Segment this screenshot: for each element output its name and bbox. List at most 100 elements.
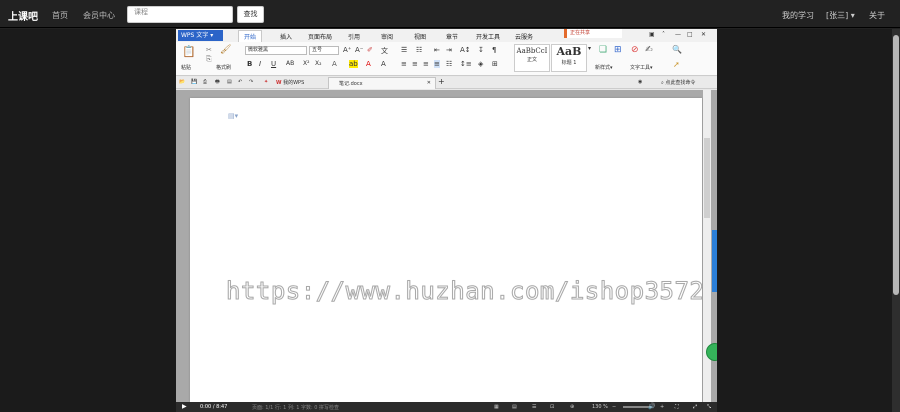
format-painter-button[interactable]: 格式刷 [216,64,231,71]
superscript-icon[interactable]: X² [303,60,310,67]
italic-icon[interactable]: I [259,60,261,68]
paste-icon[interactable]: 📋 [182,45,196,58]
phonetic-icon[interactable]: 文 [381,46,388,56]
tab-chapter[interactable]: 章节 [446,32,458,41]
print-preview-icon[interactable]: ⎙ [203,79,207,85]
tab-view[interactable]: 视图 [414,32,426,41]
indent-icon[interactable]: ⇥ [446,46,452,54]
bullet-list-icon[interactable]: ☰ [401,46,407,54]
nav-home[interactable]: 首页 [52,10,68,21]
show-marks-icon[interactable]: ¶ [492,46,496,54]
font-name-select[interactable]: 微软雅黑 [245,46,307,55]
clear-styles-icon[interactable]: ⊘ [631,45,639,55]
style-pane-icon[interactable]: ⊞ [614,45,622,55]
shading-icon[interactable]: ◈ [478,60,483,68]
text-tools-button[interactable]: 文字工具▾ [630,64,653,71]
close-icon[interactable]: ✕ [701,31,706,38]
floating-assistant-icon[interactable] [706,343,717,361]
redo-icon[interactable]: ↷ [249,79,253,85]
grow-font-icon[interactable]: A⁺ [343,46,351,54]
nav-my-learning[interactable]: 我的学习 [782,10,814,21]
page-scrollbar[interactable] [892,29,900,412]
style-heading-1[interactable]: AaB 标题 1 [551,44,587,72]
chevron-up-icon[interactable]: ˄ [662,31,665,38]
search-button[interactable]: 查找 [237,6,264,23]
strikethrough-icon[interactable]: AB [286,60,294,67]
folder-icon[interactable]: 📂 [179,79,185,85]
borders-icon[interactable]: ⊞ [492,60,498,68]
sort-icon[interactable]: ↧ [478,46,484,54]
text-direction-icon[interactable]: A↕ [460,46,471,54]
tab-review[interactable]: 审阅 [381,32,393,41]
scrollbar-thumb[interactable] [893,35,899,295]
tab-references[interactable]: 引用 [348,32,360,41]
tab-start[interactable]: 开始 [238,30,263,42]
styles-more-icon[interactable]: ▾ [588,45,591,52]
align-left-icon[interactable]: ≡ [401,60,407,68]
fullscreen-icon[interactable]: ⛶ [675,404,679,410]
line-spacing-icon[interactable]: ↕≡ [460,60,472,68]
shrink-font-icon[interactable]: A⁻ [355,46,363,54]
highlight-icon[interactable]: ab [349,60,358,68]
clear-format-icon[interactable]: ✐ [367,46,373,54]
tab-dev-tools[interactable]: 开发工具 [476,32,500,41]
video-player[interactable]: WPS 文字 ▾ 开始 插入 页面布局 引用 审阅 视图 章节 开发工具 云服务… [176,29,717,412]
new-style-icon[interactable]: ❏ [599,45,607,55]
cut-icon[interactable]: ✂ [206,46,212,54]
format-painter-icon[interactable]: 🖌 [220,45,231,55]
tab-page-layout[interactable]: 页面布局 [308,32,332,41]
site-logo[interactable]: 上课吧 [8,8,38,23]
distribute-icon[interactable]: ☷ [446,60,452,68]
command-search[interactable]: ⌕ 点此查找命令 [661,79,695,86]
tab-active-document[interactable]: 笔记.docx ✕ [328,77,436,89]
print-icon[interactable]: 🖶 [215,79,220,87]
justify-icon[interactable]: ≡ [434,60,440,68]
paste-button[interactable]: 粘贴 [181,64,191,71]
tab-close-icon[interactable]: ✕ [427,80,431,86]
pin-icon[interactable]: ✦ [264,79,268,85]
char-border-icon[interactable]: A [381,60,386,68]
read-mode-icon[interactable]: ▤ [512,404,517,410]
maximize-icon[interactable]: □ [687,31,693,38]
align-right-icon[interactable]: ≡ [423,60,429,68]
find-replace-icon[interactable]: 🔍 [672,45,682,54]
document-scroll-thumb[interactable] [704,138,710,218]
nav-member-center[interactable]: 会员中心 [83,10,115,21]
tab-my-wps[interactable]: W 我的WPS [276,79,304,86]
export-pdf-icon[interactable]: ▤ [227,79,232,85]
zoom-out-icon[interactable]: − [612,404,616,410]
exit-fullscreen-icon[interactable]: ⤢ [693,404,697,410]
wps-app-button[interactable]: WPS 文字 ▾ [178,30,223,41]
font-size-select[interactable]: 五号 [309,46,339,55]
help-icon[interactable]: ◉ [638,79,642,85]
expand-icon[interactable]: ⤡ [707,404,711,410]
web-layout-icon[interactable]: ⊡ [550,404,554,410]
new-tab-icon[interactable]: + [438,77,445,86]
nav-about[interactable]: 关于 [869,10,885,21]
outline-icon[interactable]: ☰ [532,404,536,410]
eye-protect-icon[interactable]: ⊕ [570,404,574,410]
play-icon[interactable]: ▶ [182,403,187,410]
tab-insert[interactable]: 插入 [280,32,292,41]
side-panel-toggle[interactable] [712,230,717,292]
number-list-icon[interactable]: ☷ [416,46,422,54]
subscript-icon[interactable]: X₂ [315,60,322,67]
save-icon[interactable]: 💾 [191,79,197,85]
minimize-icon[interactable]: — [675,31,681,38]
user-menu[interactable]: [张三] ▾ [826,10,855,21]
text-effect-icon[interactable]: A [332,60,337,68]
select-icon[interactable]: ➚ [673,60,680,69]
bold-icon[interactable]: B [247,60,252,68]
copy-icon[interactable]: ⎘ [206,55,212,64]
tab-cloud[interactable]: 云服务 [515,32,533,41]
paste-options-icon[interactable]: ▤▾ [228,112,238,120]
font-color-icon[interactable]: A [366,60,371,68]
layout-icon[interactable]: ▦ [494,404,499,410]
volume-icon[interactable]: 🔊 [648,403,655,410]
search-input[interactable]: 课程 [127,6,233,23]
outdent-icon[interactable]: ⇤ [434,46,440,54]
zoom-in-icon[interactable]: + [660,404,664,410]
underline-icon[interactable]: U [271,60,276,68]
style-normal[interactable]: AaBbCcI 正文 [514,44,550,72]
zoom-slider[interactable] [623,406,651,408]
